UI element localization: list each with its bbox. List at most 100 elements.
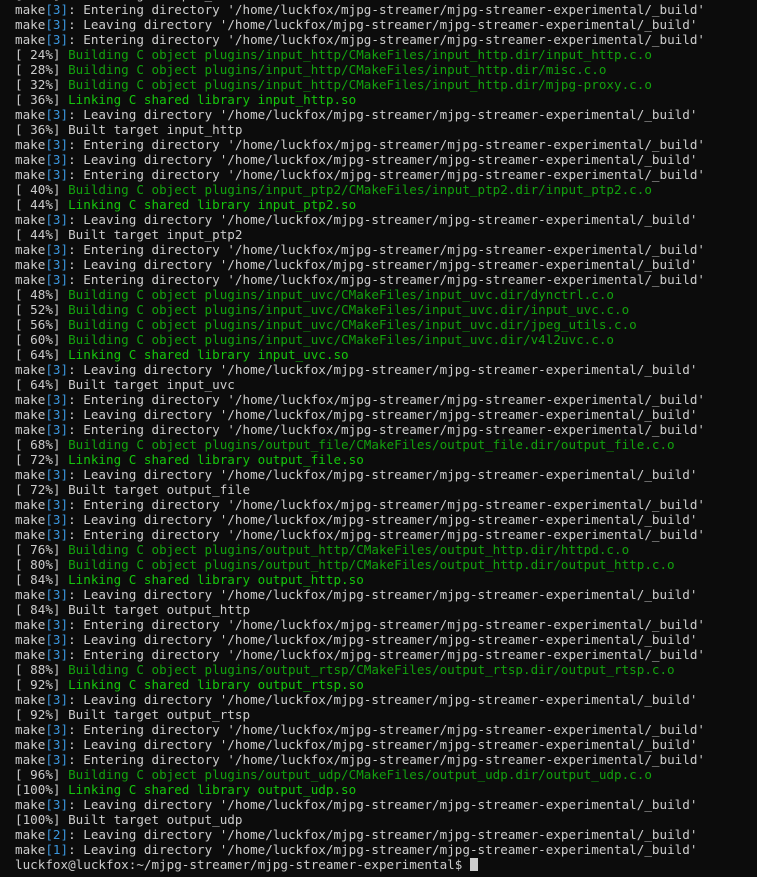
terminal-line: make[3]: Entering directory '/home/luckf… [15, 422, 705, 437]
terminal-text-segment: [3] [45, 152, 69, 167]
terminal-text-segment: [3] [45, 632, 69, 647]
terminal-line: [ 52%] Building C object plugins/input_u… [15, 302, 705, 317]
terminal-text-segment: Building C object plugins/output_http/CM… [68, 542, 630, 557]
terminal-text-segment: : Entering directory '/home/luckfox/mjpg… [68, 272, 705, 287]
terminal-text-segment: : Entering directory '/home/luckfox/mjpg… [68, 32, 705, 47]
terminal-window[interactable]: [ 20%] Built target input_filemake[3]: E… [0, 0, 757, 877]
terminal-text-segment: [ 32%] [15, 77, 69, 92]
terminal-text-segment: [3] [45, 407, 69, 422]
terminal-line: [ 64%] Built target input_uvc [15, 377, 705, 392]
terminal-text-segment: [3] [45, 107, 69, 122]
terminal-text-segment: make [15, 722, 46, 737]
terminal-text-segment: make [15, 272, 46, 287]
terminal-text-segment: : Leaving directory '/home/luckfox/mjpg-… [68, 107, 698, 122]
terminal-line: [100%] Built target output_udp [15, 812, 705, 827]
terminal-text-segment: : Leaving directory '/home/luckfox/mjpg-… [68, 842, 698, 857]
terminal-text-segment: [ 44%] Built target input_ptp2 [15, 227, 243, 242]
terminal-text-segment: make [15, 152, 46, 167]
terminal-text-segment: Building C object plugins/output_http/CM… [68, 557, 675, 572]
terminal-text-segment: [3] [45, 467, 69, 482]
terminal-text-segment: Linking C shared library input_uvc.so [68, 347, 349, 362]
terminal-line: make[3]: Entering directory '/home/luckf… [15, 647, 705, 662]
terminal-text-segment: [3] [45, 587, 69, 602]
terminal-text-segment: : Leaving directory '/home/luckfox/mjpg-… [68, 257, 698, 272]
terminal-text-segment: Building C object plugins/input_http/CMa… [68, 47, 652, 62]
terminal-text-segment: [ 52%] [15, 302, 69, 317]
terminal-text-segment: [3] [45, 737, 69, 752]
terminal-text-segment: make [15, 467, 46, 482]
terminal-text-segment: Building C object plugins/output_file/CM… [68, 437, 675, 452]
terminal-line: make[3]: Leaving directory '/home/luckfo… [15, 797, 705, 812]
terminal-line: make[3]: Leaving directory '/home/luckfo… [15, 737, 705, 752]
terminal-text-segment: : Leaving directory '/home/luckfox/mjpg-… [68, 587, 698, 602]
terminal-text-segment: [ 72%] Built target output_file [15, 482, 251, 497]
terminal-text-segment: : Entering directory '/home/luckfox/mjpg… [68, 392, 705, 407]
terminal-text-segment: : Leaving directory '/home/luckfox/mjpg-… [68, 737, 698, 752]
terminal-line: [ 48%] Building C object plugins/input_u… [15, 287, 705, 302]
terminal-line: make[3]: Entering directory '/home/luckf… [15, 242, 705, 257]
terminal-line: [ 32%] Building C object plugins/input_h… [15, 77, 705, 92]
terminal-line: make[3]: Entering directory '/home/luckf… [15, 32, 705, 47]
terminal-line: [ 44%] Linking C shared library input_pt… [15, 197, 705, 212]
terminal-text-segment: [3] [45, 137, 69, 152]
terminal-text-segment: [ 96%] [15, 767, 69, 782]
terminal-text-segment: make [15, 422, 46, 437]
terminal-text-segment: make [15, 617, 46, 632]
terminal-text-segment: [1] [45, 842, 69, 857]
terminal-line: [100%] Linking C shared library output_u… [15, 782, 705, 797]
terminal-line: make[1]: Leaving directory '/home/luckfo… [15, 842, 705, 857]
terminal-text-segment: [3] [45, 527, 69, 542]
terminal-line: make[3]: Leaving directory '/home/luckfo… [15, 407, 705, 422]
terminal-text-segment: make [15, 797, 46, 812]
terminal-text-segment: make [15, 587, 46, 602]
terminal-text-segment: Building C object plugins/input_uvc/CMak… [68, 302, 630, 317]
terminal-line: make[3]: Entering directory '/home/luckf… [15, 272, 705, 287]
terminal-text-segment: make [15, 32, 46, 47]
terminal-text-segment: make [15, 632, 46, 647]
terminal-text-segment: [3] [45, 2, 69, 17]
terminal-line: make[3]: Leaving directory '/home/luckfo… [15, 17, 705, 32]
terminal-text-segment: Building C object plugins/output_rtsp/CM… [68, 662, 675, 677]
terminal-line: [ 68%] Building C object plugins/output_… [15, 437, 705, 452]
terminal-line: make[3]: Entering directory '/home/luckf… [15, 2, 705, 17]
terminal-text-segment: [ 56%] [15, 317, 69, 332]
terminal-line: [ 24%] Building C object plugins/input_h… [15, 47, 705, 62]
terminal-text-segment: Building C object plugins/input_uvc/CMak… [68, 332, 614, 347]
terminal-line: make[3]: Leaving directory '/home/luckfo… [15, 587, 705, 602]
terminal-text-segment: : Entering directory '/home/luckfox/mjpg… [68, 137, 705, 152]
terminal-text-segment: make [15, 497, 46, 512]
terminal-text-segment: [ 84%] [15, 572, 69, 587]
shell-prompt-line[interactable]: luckfox@luckfox:~/mjpg-streamer/mjpg-str… [15, 857, 705, 872]
terminal-line: make[3]: Leaving directory '/home/luckfo… [15, 692, 705, 707]
terminal-text-segment: [ 36%] [15, 92, 69, 107]
terminal-text-segment: : Leaving directory '/home/luckfox/mjpg-… [68, 152, 698, 167]
terminal-line: make[3]: Entering directory '/home/luckf… [15, 137, 705, 152]
terminal-line: make[3]: Entering directory '/home/luckf… [15, 722, 705, 737]
terminal-text-segment: Linking C shared library output_udp.so [68, 782, 357, 797]
terminal-text-segment: : Leaving directory '/home/luckfox/mjpg-… [68, 17, 698, 32]
terminal-text-segment: : Leaving directory '/home/luckfox/mjpg-… [68, 827, 698, 842]
terminal-text-segment: make [15, 212, 46, 227]
terminal-line: make[3]: Leaving directory '/home/luckfo… [15, 107, 705, 122]
terminal-text-segment: [3] [45, 797, 69, 812]
terminal-text-segment: Building C object plugins/input_ptp2/CMa… [68, 182, 652, 197]
terminal-text-segment: [3] [45, 647, 69, 662]
terminal-text-segment: [ 80%] [15, 557, 69, 572]
terminal-text-segment: Building C object plugins/input_http/CMa… [68, 62, 607, 77]
terminal-text-segment: Building C object plugins/output_udp/CMa… [68, 767, 652, 782]
terminal-text-segment: [3] [45, 422, 69, 437]
terminal-text-segment: [ 40%] [15, 182, 69, 197]
terminal-text-segment: make [15, 842, 46, 857]
terminal-line: make[3]: Leaving directory '/home/luckfo… [15, 257, 705, 272]
terminal-line: [ 88%] Building C object plugins/output_… [15, 662, 705, 677]
terminal-text-segment: [3] [45, 722, 69, 737]
terminal-line: make[3]: Entering directory '/home/luckf… [15, 497, 705, 512]
terminal-text-segment: [3] [45, 17, 69, 32]
terminal-text-segment: [ 28%] [15, 62, 69, 77]
terminal-text-segment: make [15, 647, 46, 662]
terminal-line: [ 72%] Built target output_file [15, 482, 705, 497]
terminal-text-segment: : Entering directory '/home/luckfox/mjpg… [68, 422, 705, 437]
terminal-text-segment: [3] [45, 32, 69, 47]
terminal-line: make[2]: Leaving directory '/home/luckfo… [15, 827, 705, 842]
terminal-text-segment: : Leaving directory '/home/luckfox/mjpg-… [68, 407, 698, 422]
